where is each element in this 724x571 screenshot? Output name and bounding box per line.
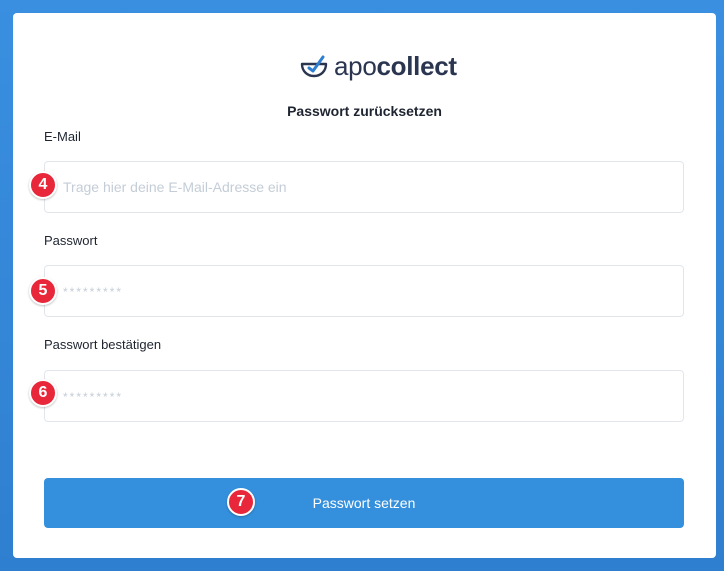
brand-name-bold: collect bbox=[376, 50, 457, 81]
step-badge-7: 7 bbox=[227, 488, 255, 516]
brand-name-light: apo bbox=[334, 50, 377, 81]
confirm-password-field[interactable] bbox=[44, 370, 684, 422]
step-badge-6: 6 bbox=[29, 379, 57, 407]
confirm-password-label: Passwort bestätigen bbox=[44, 337, 162, 352]
mortar-icon bbox=[300, 52, 328, 80]
brand-name: apocollect bbox=[334, 51, 457, 82]
email-field[interactable] bbox=[44, 161, 684, 213]
step-badge-4: 4 bbox=[29, 171, 57, 199]
reset-password-card: apocollect Passwort zurücksetzen E-Mail … bbox=[13, 13, 716, 558]
email-label: E-Mail bbox=[44, 129, 81, 144]
step-badge-5: 5 bbox=[29, 277, 57, 305]
set-password-button[interactable]: Passwort setzen bbox=[44, 478, 684, 528]
page-title: Passwort zurücksetzen bbox=[287, 103, 442, 119]
password-field[interactable] bbox=[44, 265, 684, 317]
password-label: Passwort bbox=[44, 233, 98, 248]
brand-logo: apocollect bbox=[300, 46, 457, 86]
